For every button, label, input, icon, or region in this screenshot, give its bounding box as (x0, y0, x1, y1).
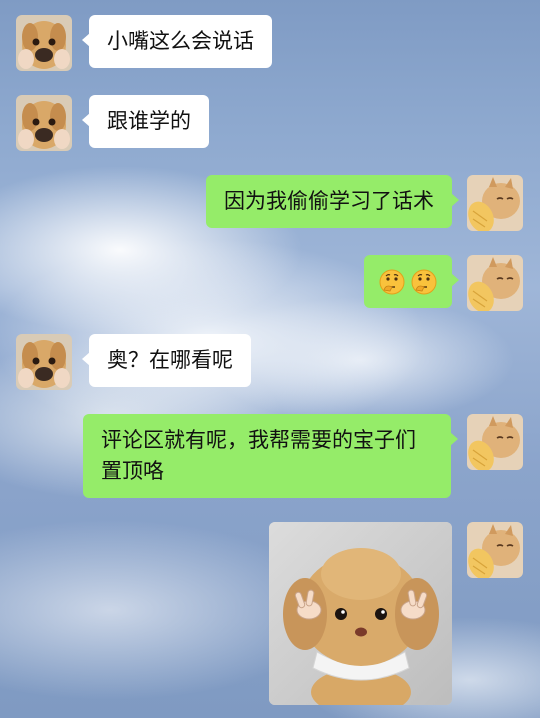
thinking-face-emoji (379, 269, 405, 294)
contact-avatar[interactable] (16, 95, 72, 151)
message-text: 评论区就有呢，我帮需要的宝子们置顶咯 (101, 428, 416, 483)
emoji-message-bubble[interactable] (364, 255, 459, 308)
message-bubble[interactable]: 跟谁学的 (82, 95, 209, 148)
user-avatar[interactable] (467, 255, 523, 311)
contact-avatar[interactable] (16, 334, 72, 390)
user-avatar[interactable] (467, 414, 523, 470)
plush-puppy-sticker[interactable] (269, 522, 452, 705)
message-text: 跟谁学的 (107, 109, 191, 133)
user-avatar[interactable] (467, 522, 523, 578)
message-text: 奥？在哪看呢 (107, 348, 233, 372)
message-bubble[interactable]: 评论区就有呢，我帮需要的宝子们置顶咯 (83, 414, 458, 498)
contact-avatar[interactable] (16, 15, 72, 71)
user-avatar[interactable] (467, 175, 523, 231)
message-text: 因为我偷偷学习了话术 (224, 189, 434, 213)
message-bubble[interactable]: 因为我偷偷学习了话术 (206, 175, 459, 228)
message-bubble[interactable]: 奥？在哪看呢 (82, 334, 251, 387)
thinking-face-emoji (411, 269, 437, 294)
message-text: 小嘴这么会说话 (107, 29, 254, 53)
message-bubble[interactable]: 小嘴这么会说话 (82, 15, 272, 68)
